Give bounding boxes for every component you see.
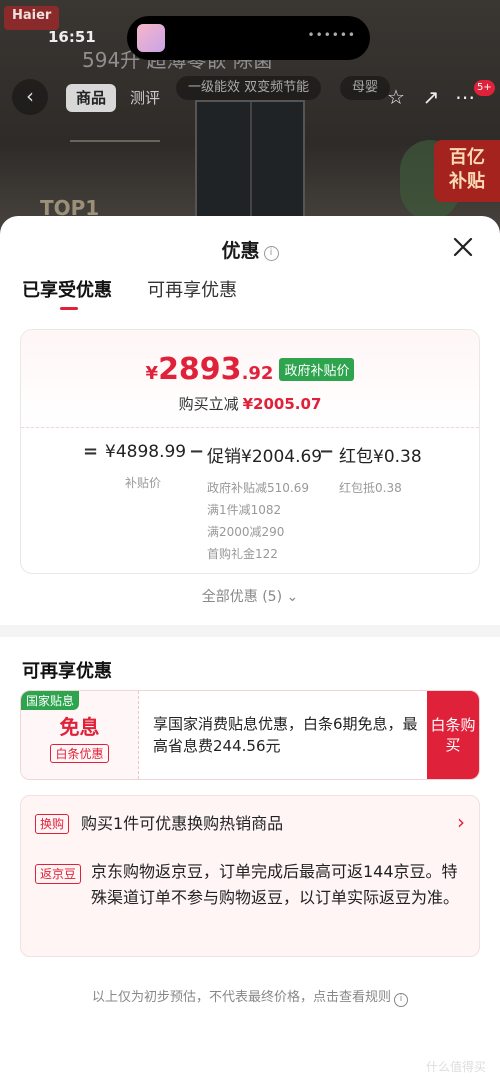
footnote-text: 以上仅为初步预估，不代表最终价格，点击查看规则 — [91, 990, 391, 1005]
base-price-label: 补贴价 — [125, 476, 162, 490]
instant-discount-amount: ¥2005.07 — [242, 395, 322, 413]
minus-sign: − — [189, 441, 205, 462]
star-icon[interactable]: ☆ — [383, 84, 409, 110]
offers-sheet: 优惠 i 已享受优惠 可再享优惠 ¥2893.92 政府补贴价 购买立减 ¥2005.… — [0, 216, 500, 1084]
minus-sign: − — [319, 441, 335, 462]
watermark: 什么值得买 — [425, 1060, 486, 1074]
base-price-value: ¥4898.99 — [105, 442, 187, 462]
coupon-sub-tag: 白条优惠 — [50, 744, 109, 763]
redpacket-detail: 红包抵0.38 — [339, 481, 402, 495]
redpacket-value: 红包¥0.38 — [339, 447, 422, 467]
fridge-image — [195, 100, 305, 230]
avatar — [137, 24, 165, 52]
coupon-flag: 国家贴息 — [21, 691, 80, 710]
promo-detail: 政府补贴减510.69 — [207, 481, 309, 495]
instant-discount-label: 购买立减 — [178, 395, 239, 413]
coupon-left: 国家贴息 免息 白条优惠 — [21, 691, 139, 779]
info-icon[interactable]: i — [263, 246, 279, 261]
tab-review[interactable]: 测评 — [120, 84, 170, 112]
price-formula: = ¥4898.99 补贴价 − 促销¥2004.69 政府补贴减510.69 … — [21, 428, 479, 573]
equals-sign: = — [83, 441, 99, 462]
share-icon[interactable]: ↗ — [418, 84, 444, 110]
subsidy-badge-line1: 百亿 — [449, 147, 485, 168]
promo-detail: 满1件减1082 — [207, 503, 282, 517]
waveform-icon: •••••• — [307, 28, 356, 42]
promo-value: 促销¥2004.69 — [207, 447, 323, 467]
brand-logo: Haier — [4, 6, 60, 30]
back-button[interactable]: ‹ — [12, 79, 48, 115]
chevron-right-icon: › — [457, 810, 465, 834]
price-breakdown-card: ¥2893.92 政府补贴价 购买立减 ¥2005.07 = ¥4898.99 补贴… — [20, 329, 480, 574]
redpacket-column: 红包¥0.38 红包抵0.38 — [339, 442, 422, 499]
sheet-title-text: 优惠 — [221, 240, 260, 262]
product-page-background: Haier 594升 超薄零嵌 除菌 16:51 •••••• ‹ 商品 测评 … — [0, 0, 500, 240]
dynamic-island: •••••• — [127, 16, 370, 60]
coupon-description: 享国家消费贴息优惠，白条6期免息，最高省息费244.56元 — [153, 715, 418, 755]
chevron-down-icon: ⌄ — [286, 589, 299, 605]
coupon-name: 免息 — [59, 715, 100, 739]
close-button[interactable] — [450, 234, 476, 260]
price-integer: 2893 — [158, 352, 242, 387]
perks-box: 换购 购买1件可优惠换购热销商品 › 返京豆 京东购物返京豆，订单完成后最高可返… — [20, 795, 480, 957]
info-icon: i — [394, 993, 408, 1007]
background-shelf — [70, 140, 160, 180]
interest-free-coupon[interactable]: 国家贴息 免息 白条优惠 享国家消费贴息优惠，白条6期免息，最高省息费244.5… — [20, 690, 480, 780]
tab-product[interactable]: 商品 — [66, 84, 117, 112]
baitiao-buy-button[interactable]: 白条购买 — [427, 691, 479, 779]
more-offers-title: 可再享优惠 — [22, 661, 112, 682]
promo-detail: 首购礼金122 — [207, 547, 278, 561]
cart-badge: 5+ — [474, 80, 495, 96]
subsidy-badge-line2: 补贴 — [449, 171, 485, 192]
perk-tag: 返京豆 — [35, 864, 82, 884]
status-time: 16:51 — [48, 28, 96, 46]
price-currency: ¥ — [145, 363, 159, 384]
all-offers-link[interactable]: 全部优惠 (5) ⌄ — [0, 586, 500, 606]
rules-footnote[interactable]: 以上仅为初步预估，不代表最终价格，点击查看规则 i — [0, 986, 500, 1007]
feature-chip: 一级能效 双变频节能 — [176, 76, 322, 100]
tab-more-offers[interactable]: 可再享优惠 — [147, 276, 237, 306]
sheet-header: 优惠 i — [0, 216, 500, 276]
sheet-title: 优惠 i — [0, 236, 500, 263]
subsidy-badge: 百亿 补贴 — [434, 140, 500, 202]
perk-text: 购买1件可优惠换购热销商品 — [81, 814, 284, 833]
final-price-area: ¥2893.92 政府补贴价 购买立减 ¥2005.07 — [21, 330, 479, 428]
promo-details: 政府补贴减510.69 满1件减1082 满2000减290 首购礼金122 — [207, 477, 322, 565]
promo-column: 促销¥2004.69 政府补贴减510.69 满1件减1082 满2000减29… — [207, 442, 322, 565]
instant-discount: 购买立减 ¥2005.07 — [21, 393, 479, 414]
perk-text: 京东购物返京豆，订单完成后最高可返144京豆。特殊渠道订单不参与购物返豆，以订单… — [91, 862, 460, 907]
close-icon — [453, 237, 473, 257]
perk-tag: 换购 — [35, 814, 70, 834]
promo-detail: 满2000减290 — [207, 525, 285, 539]
price-decimal: .92 — [241, 363, 274, 384]
gov-subsidy-price-tag: 政府补贴价 — [279, 358, 355, 381]
base-price-column: ¥4898.99 补贴价 — [105, 442, 186, 494]
all-offers-label: 全部优惠 (5) — [201, 589, 283, 605]
section-divider — [0, 625, 500, 637]
offer-tabs: 已享受优惠 可再享优惠 — [0, 276, 500, 326]
tab-enjoyed-offers[interactable]: 已享受优惠 — [22, 276, 112, 310]
final-price: ¥2893.92 — [146, 352, 274, 387]
